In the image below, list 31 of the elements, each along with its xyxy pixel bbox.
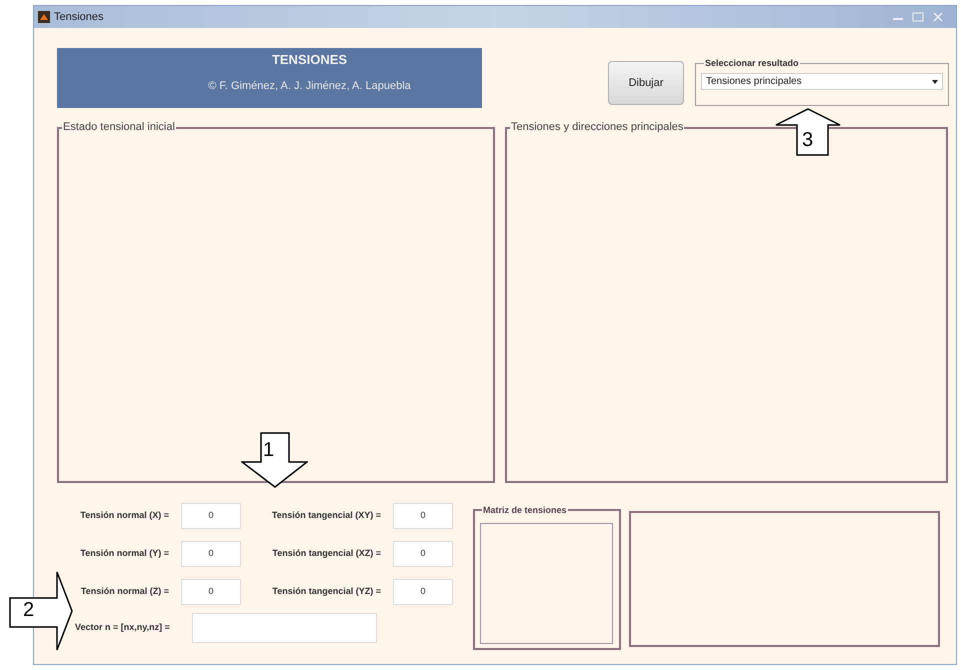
callout-arrow [241, 432, 308, 488]
field-label: Tensión normal (Z) = [80, 585, 169, 598]
callout-number: 1 [263, 438, 274, 462]
field-label: Tensión normal (X) = [79, 509, 169, 522]
field-label: Vector n = [nx,ny,nz] = [75, 621, 171, 634]
credits-text: © F. Giménez, A. J. Jiménez, A. Lapuebla [208, 78, 411, 94]
field-label: Tensión tangencial (YZ) = [271, 585, 381, 598]
app-icon [38, 11, 50, 23]
callout-number: 2 [23, 598, 34, 622]
group-title: Matriz de tensiones [482, 504, 568, 516]
number-field[interactable]: 0 [393, 503, 453, 529]
group-label: Seleccionar resultado [704, 57, 800, 69]
result-dropdown[interactable]: Tensiones principales [701, 73, 943, 90]
panel-title: Tensiones y direcciones principales [510, 120, 684, 134]
app-title: TENSIONES [272, 51, 348, 69]
field-label: Tensión tangencial (XY) = [270, 509, 381, 522]
draw-button[interactable]: Dibujar [608, 61, 684, 105]
callout-arrow [775, 108, 841, 156]
field-label: Tensión tangencial (XZ) = [271, 547, 381, 560]
close-icon[interactable] [932, 12, 944, 22]
number-field[interactable]: 0 [181, 503, 241, 529]
number-field[interactable]: 0 [393, 541, 453, 567]
number-field[interactable]: 0 [181, 579, 241, 605]
dropdown-arrow-icon[interactable] [932, 80, 938, 84]
number-field[interactable]: 0 [181, 541, 241, 567]
window-title: Tensiones [54, 10, 104, 25]
maximize-icon[interactable] [912, 12, 924, 22]
callout-number: 3 [802, 128, 814, 152]
vector-field[interactable] [192, 613, 377, 643]
number-field[interactable]: 0 [393, 579, 453, 605]
field-label: Tensión normal (Y) = [79, 547, 169, 560]
